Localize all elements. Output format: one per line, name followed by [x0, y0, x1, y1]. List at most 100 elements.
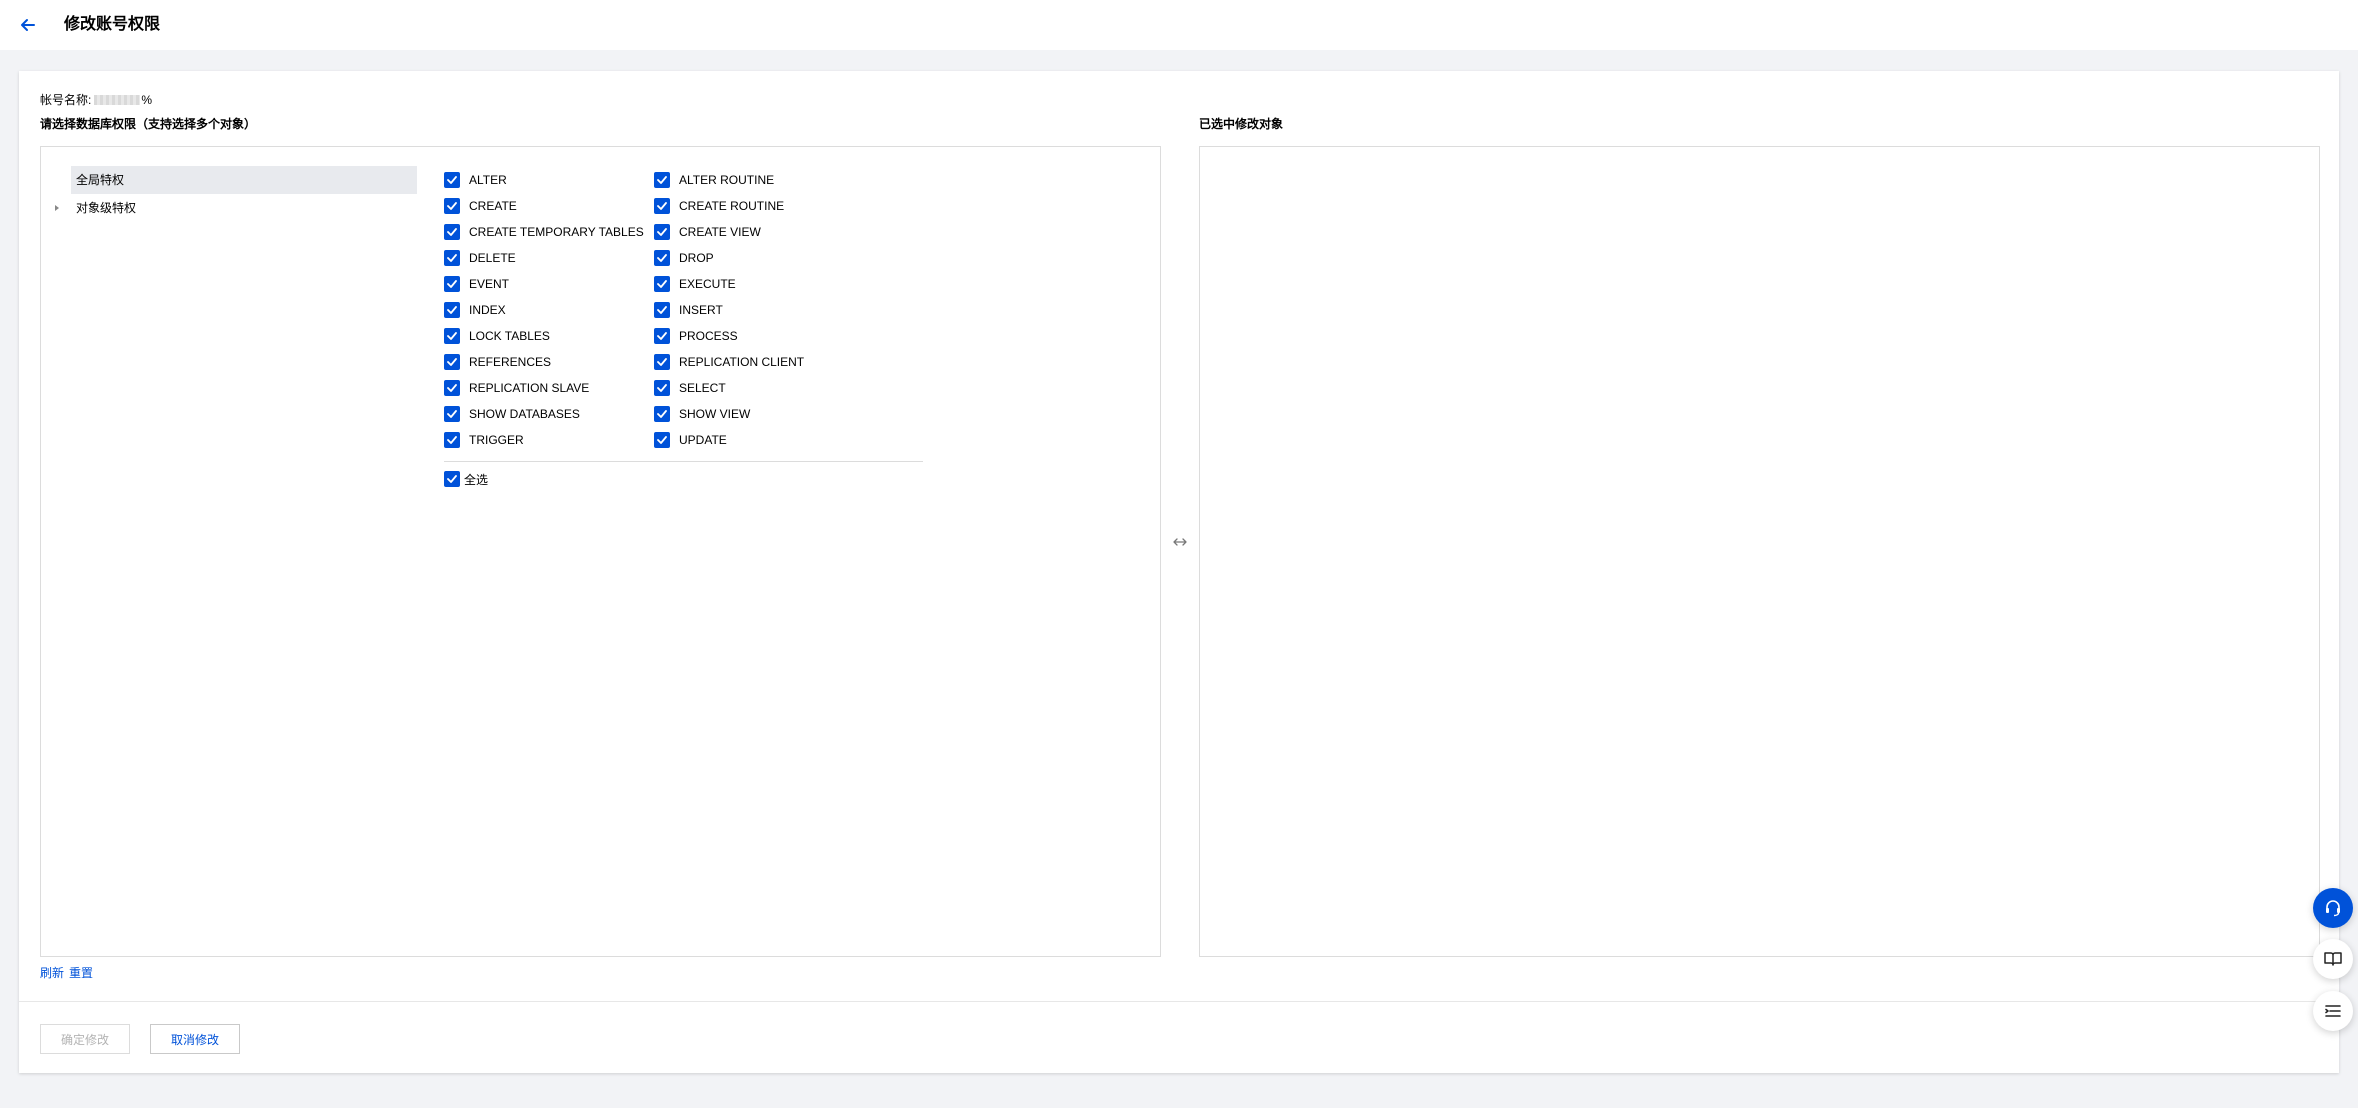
- permission-checkbox[interactable]: DROP: [654, 248, 714, 268]
- permission-label: ALTER ROUTINE: [679, 173, 775, 187]
- selected-objects-panel: [1199, 146, 2320, 957]
- permission-checkbox[interactable]: ALTER ROUTINE: [654, 170, 774, 190]
- permission-label: CREATE: [469, 199, 517, 213]
- caret-right-icon[interactable]: [55, 205, 59, 211]
- permission-label: REPLICATION SLAVE: [469, 381, 590, 395]
- reset-link[interactable]: 重置: [69, 965, 93, 981]
- permission-checkbox[interactable]: SHOW DATABASES: [444, 404, 580, 424]
- tree-item-label: 对象级特权: [76, 201, 137, 215]
- checkbox-checked-icon: [654, 172, 670, 188]
- tree-item-global-privileges[interactable]: 全局特权: [71, 166, 417, 194]
- checkbox-checked-icon: [654, 354, 670, 370]
- headset-icon: [2326, 900, 2340, 917]
- permission-checkbox[interactable]: LOCK TABLES: [444, 326, 550, 346]
- checkbox-checked-icon: [654, 328, 670, 344]
- checkbox-checked-icon: [444, 302, 460, 318]
- checkbox-checked-icon: [654, 250, 670, 266]
- checkbox-checked-icon: [654, 380, 670, 396]
- docs-button[interactable]: [2313, 939, 2353, 979]
- checkbox-checked-icon: [654, 432, 670, 448]
- list-icon: [2325, 1005, 2341, 1017]
- permission-checkbox[interactable]: TRIGGER: [444, 430, 524, 450]
- permission-label: REPLICATION CLIENT: [679, 355, 805, 369]
- main-card: 帐号名称: % 请选择数据库权限（支持选择多个对象） 已选中修改对象 全局特权 …: [19, 71, 2339, 1073]
- right-section-title: 已选中修改对象: [1199, 117, 1284, 131]
- page-header: 修改账号权限: [0, 0, 2358, 50]
- checkbox-checked-icon: [444, 224, 460, 240]
- permission-checkbox[interactable]: PROCESS: [654, 326, 738, 346]
- permission-checkbox[interactable]: INDEX: [444, 300, 506, 320]
- account-name-label: 帐号名称:: [40, 93, 92, 107]
- checkbox-checked-icon: [654, 406, 670, 422]
- arrow-left-icon: [21, 19, 35, 31]
- permission-label: SHOW DATABASES: [469, 407, 580, 421]
- checkbox-checked-icon: [444, 198, 460, 214]
- permission-checkbox[interactable]: SHOW VIEW: [654, 404, 750, 424]
- checkbox-checked-icon: [444, 432, 460, 448]
- checkbox-checked-icon: [444, 250, 460, 266]
- permissions-divider: [444, 461, 923, 462]
- refresh-link[interactable]: 刷新: [40, 965, 64, 981]
- permission-label: REFERENCES: [469, 355, 552, 369]
- tree-item-object-privileges[interactable]: 对象级特权: [55, 194, 417, 222]
- permission-label: EVENT: [469, 277, 510, 291]
- account-name-line: 帐号名称: %: [40, 92, 152, 108]
- checkbox-checked-icon: [444, 380, 460, 396]
- checkbox-checked-icon: [444, 471, 460, 487]
- permission-checkbox[interactable]: REPLICATION SLAVE: [444, 378, 589, 398]
- permission-label: CREATE ROUTINE: [679, 199, 785, 213]
- cancel-button[interactable]: 取消修改: [150, 1024, 240, 1054]
- permission-label: UPDATE: [679, 433, 727, 447]
- permission-checkbox[interactable]: DELETE: [444, 248, 516, 268]
- permission-checkbox[interactable]: UPDATE: [654, 430, 727, 450]
- account-host: %: [141, 93, 153, 107]
- checkbox-checked-icon: [444, 406, 460, 422]
- permission-label: CREATE TEMPORARY TABLES: [469, 225, 644, 239]
- checkbox-checked-icon: [654, 302, 670, 318]
- permission-label: EXECUTE: [679, 277, 736, 291]
- book-icon: [2324, 952, 2342, 966]
- permission-checkbox[interactable]: EXECUTE: [654, 274, 736, 294]
- checkbox-checked-icon: [444, 354, 460, 370]
- permission-label: DELETE: [469, 251, 516, 265]
- masked-account-name: [94, 95, 141, 105]
- left-section-title: 请选择数据库权限（支持选择多个对象）: [40, 117, 257, 131]
- permission-checkbox[interactable]: CREATE ROUTINE: [654, 196, 784, 216]
- permission-checkbox[interactable]: REFERENCES: [444, 352, 551, 372]
- checkbox-checked-icon: [444, 276, 460, 292]
- support-button[interactable]: [2313, 888, 2353, 928]
- checkbox-checked-icon: [444, 172, 460, 188]
- permission-label: PROCESS: [679, 329, 738, 343]
- checkbox-checked-icon: [444, 328, 460, 344]
- select-all-checkbox[interactable]: 全选: [444, 469, 488, 489]
- permission-label: TRIGGER: [469, 433, 524, 447]
- permission-label: INSERT: [679, 303, 723, 317]
- checkbox-checked-icon: [654, 224, 670, 240]
- menu-button[interactable]: [2313, 991, 2353, 1031]
- permission-checkbox[interactable]: CREATE TEMPORARY TABLES: [444, 222, 644, 242]
- permission-label: SHOW VIEW: [679, 407, 751, 421]
- permission-label: ALTER: [469, 173, 507, 187]
- permission-label: CREATE VIEW: [679, 225, 761, 239]
- footer-divider: [19, 1001, 2339, 1002]
- back-button[interactable]: [16, 13, 40, 37]
- permission-label: SELECT: [679, 381, 726, 395]
- permission-label: INDEX: [469, 303, 506, 317]
- permission-checkbox[interactable]: ALTER: [444, 170, 507, 190]
- permission-checkbox[interactable]: EVENT: [444, 274, 509, 294]
- swap-horizontal-icon: [1173, 538, 1187, 546]
- permission-selector-panel: 全局特权 对象级特权 ALTER CREATE CREATE TEMPORARY T…: [40, 146, 1161, 957]
- permission-checkbox[interactable]: INSERT: [654, 300, 723, 320]
- permission-checkbox[interactable]: CREATE VIEW: [654, 222, 761, 242]
- permission-label: LOCK TABLES: [469, 329, 550, 343]
- select-all-label: 全选: [464, 472, 489, 487]
- checkbox-checked-icon: [654, 198, 670, 214]
- permission-label: DROP: [679, 251, 714, 265]
- permission-checkbox[interactable]: REPLICATION CLIENT: [654, 352, 804, 372]
- checkbox-checked-icon: [654, 276, 670, 292]
- confirm-button[interactable]: 确定修改: [40, 1024, 130, 1054]
- permission-checkbox[interactable]: CREATE: [444, 196, 517, 216]
- permission-checkbox[interactable]: SELECT: [654, 378, 726, 398]
- page-title: 修改账号权限: [64, 16, 161, 33]
- tree-item-label: 全局特权: [76, 173, 125, 187]
